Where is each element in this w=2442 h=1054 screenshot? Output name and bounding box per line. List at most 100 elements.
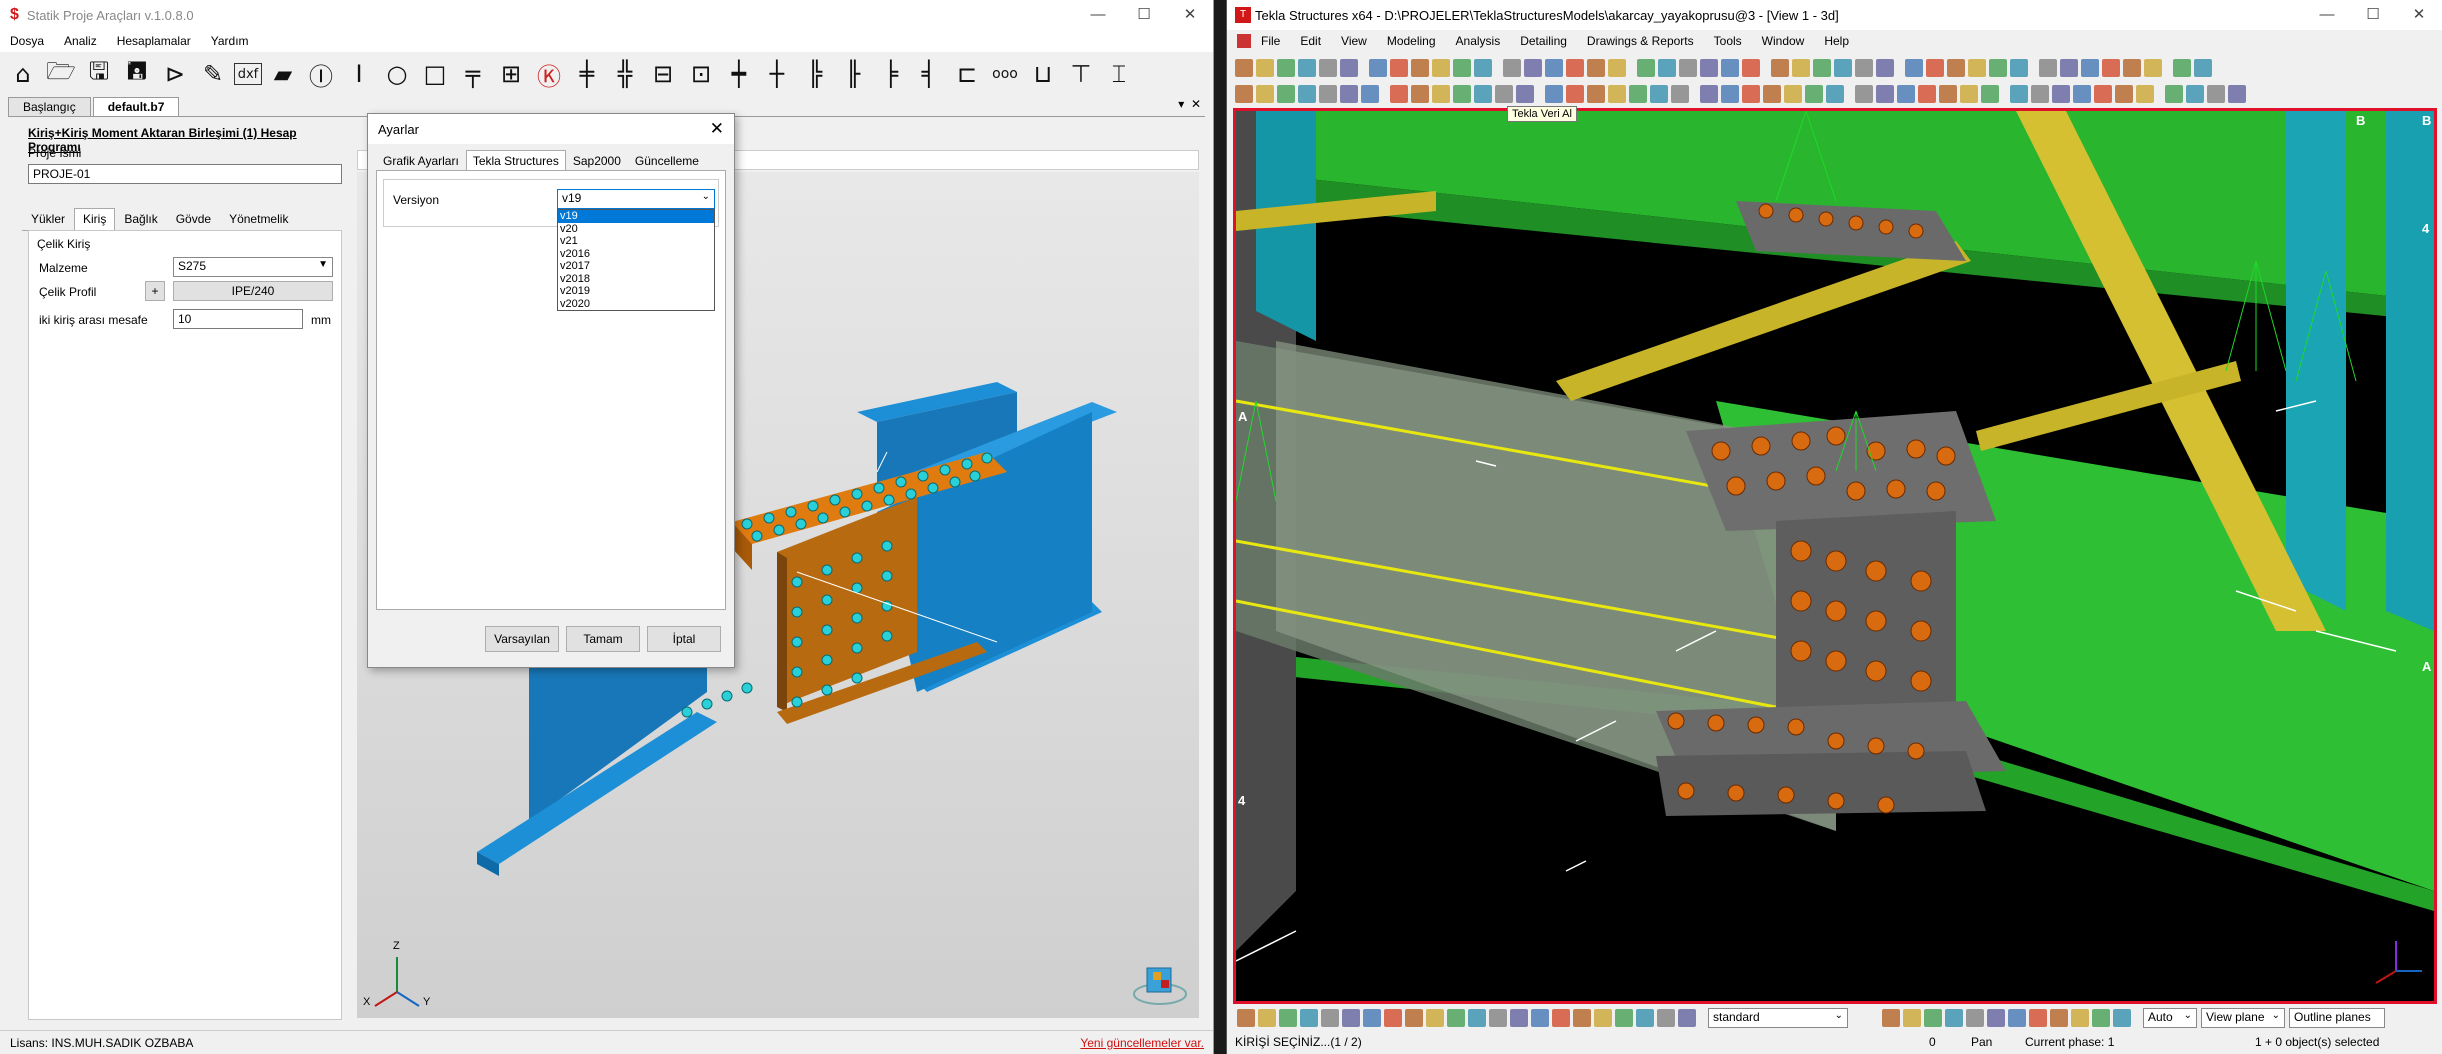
tool-icon[interactable] [1805, 85, 1823, 103]
selection-filter-select[interactable]: standard ⌄ [1708, 1008, 1848, 1028]
tool-icon[interactable] [1615, 1009, 1633, 1027]
plate-icon[interactable]: ▰ [266, 57, 300, 91]
menu-modeling[interactable]: Modeling [1387, 34, 1436, 48]
tool-icon[interactable] [1235, 85, 1253, 103]
menu-tools[interactable]: Tools [1714, 34, 1742, 48]
version-option[interactable]: v19 [558, 210, 714, 223]
tool-icon[interactable] [1882, 1009, 1900, 1027]
menu-detailing[interactable]: Detailing [1520, 34, 1567, 48]
tool-icon[interactable] [1763, 85, 1781, 103]
tool-icon[interactable] [1277, 85, 1295, 103]
minimize-icon[interactable]: — [1075, 0, 1121, 30]
tool-icon[interactable] [1342, 1009, 1360, 1027]
tool-icon[interactable] [1384, 1009, 1402, 1027]
tool-icon[interactable] [1855, 85, 1873, 103]
version-option[interactable]: v2017 [558, 260, 714, 273]
tool-icon[interactable] [1340, 59, 1358, 77]
tool-icon[interactable] [1700, 85, 1718, 103]
tool-icon[interactable] [2115, 85, 2133, 103]
menu-drawings-reports[interactable]: Drawings & Reports [1587, 34, 1694, 48]
tool-icon[interactable] [1924, 1009, 1942, 1027]
menu-yardim[interactable]: Yardım [211, 34, 249, 48]
cancel-button[interactable]: İptal [647, 626, 721, 652]
open-folder-icon[interactable]: 🗁 [44, 57, 78, 91]
tool-icon[interactable] [1474, 59, 1492, 77]
tool-icon[interactable] [2194, 59, 2212, 77]
tool-icon[interactable] [1411, 59, 1429, 77]
tool-icon[interactable] [2071, 1009, 2089, 1027]
tool-icon[interactable] [1945, 1009, 1963, 1027]
tekla-title-bar[interactable]: T Tekla Structures x64 - D:\PROJELER\Tek… [1227, 0, 2442, 30]
tool-icon[interactable] [1361, 85, 1379, 103]
column-base-icon[interactable]: ⊞ [494, 57, 528, 91]
tool-icon[interactable] [1939, 85, 1957, 103]
tool-icon[interactable] [1258, 1009, 1276, 1027]
tool-icon[interactable] [1340, 85, 1358, 103]
tool-icon[interactable] [1905, 59, 1923, 77]
left-title-bar[interactable]: $ Statik Proje Araçları v.1.0.8.0 — ☐ ✕ [0, 0, 1213, 30]
save-icon[interactable]: 🖫 [82, 57, 116, 91]
tool-icon[interactable] [1981, 85, 1999, 103]
tool-icon[interactable] [2207, 85, 2225, 103]
column-beam-2-icon[interactable]: ╟ [836, 57, 870, 91]
tool-icon[interactable] [1594, 1009, 1612, 1027]
tool-icon[interactable] [1411, 85, 1429, 103]
i-section-box-icon[interactable]: Ⅰ [342, 57, 376, 91]
view-plane-select[interactable]: View plane ⌄ [2201, 1008, 2285, 1028]
tool-icon[interactable] [1989, 59, 2007, 77]
tool-icon[interactable] [1897, 85, 1915, 103]
distance-input[interactable] [173, 309, 303, 329]
tool-icon[interactable] [2102, 59, 2120, 77]
tool-icon[interactable] [1432, 85, 1450, 103]
tool-icon[interactable] [1608, 59, 1626, 77]
version-select[interactable]: v19 ⌄ [557, 189, 715, 209]
menu-analysis[interactable]: Analysis [1456, 34, 1501, 48]
tool-icon[interactable] [1587, 85, 1605, 103]
tab-guncelleme[interactable]: Güncelleme [628, 150, 706, 172]
tool-icon[interactable] [2052, 85, 2070, 103]
tool-icon[interactable] [1256, 85, 1274, 103]
tool-icon[interactable] [1918, 85, 1936, 103]
tool-icon[interactable] [1700, 59, 1718, 77]
tab-yonetmelik[interactable]: Yönetmelik [220, 208, 297, 230]
tool-icon[interactable] [1826, 85, 1844, 103]
box-section-icon[interactable]: □ [418, 57, 452, 91]
tab-kiris[interactable]: Kiriş [74, 208, 116, 231]
tool-icon[interactable] [1279, 1009, 1297, 1027]
version-option[interactable]: v21 [558, 235, 714, 248]
tool-icon[interactable] [1792, 59, 1810, 77]
i-section-circle-icon[interactable]: Ⓘ [304, 57, 338, 91]
update-link[interactable]: Yeni güncellemeler var. [1080, 1036, 1204, 1050]
tool-icon[interactable] [1545, 85, 1563, 103]
tekla-3d-view[interactable]: A A B B 4 4 [1233, 108, 2437, 1004]
shear-tab-icon[interactable]: ┼ [760, 57, 794, 91]
tool-icon[interactable] [2173, 59, 2191, 77]
tool-icon[interactable] [1531, 1009, 1549, 1027]
tool-icon[interactable] [2165, 85, 2183, 103]
tool-icon[interactable] [2123, 59, 2141, 77]
tool-icon[interactable] [2081, 59, 2099, 77]
k-brace-icon[interactable]: Ⓚ [532, 57, 566, 91]
tool-icon[interactable] [2228, 85, 2246, 103]
menu-help[interactable]: Help [1824, 34, 1849, 48]
ok-button[interactable]: Tamam [566, 626, 640, 652]
tool-icon[interactable] [1721, 59, 1739, 77]
run-icon[interactable]: ⊳ [158, 57, 192, 91]
tab-grafik-ayarlari[interactable]: Grafik Ayarları [376, 150, 466, 172]
haunch-icon[interactable]: ╞ [874, 57, 908, 91]
tool-icon[interactable] [1784, 85, 1802, 103]
tool-icon[interactable] [1237, 1009, 1255, 1027]
tool-icon[interactable] [1671, 85, 1689, 103]
tool-icon[interactable] [2092, 1009, 2110, 1027]
tab-list-icon[interactable]: ▾ [1178, 97, 1184, 111]
tool-icon[interactable] [2094, 85, 2112, 103]
tool-icon[interactable] [1503, 59, 1521, 77]
version-option[interactable]: v2018 [558, 273, 714, 286]
version-option[interactable]: v20 [558, 223, 714, 236]
tab-sap2000[interactable]: Sap2000 [566, 150, 628, 172]
tool-icon[interactable] [1678, 1009, 1696, 1027]
tool-icon[interactable] [1637, 59, 1655, 77]
beam-on-column-icon[interactable]: ╤ [456, 57, 490, 91]
menu-dosya[interactable]: Dosya [10, 34, 44, 48]
tool-icon[interactable] [1390, 85, 1408, 103]
